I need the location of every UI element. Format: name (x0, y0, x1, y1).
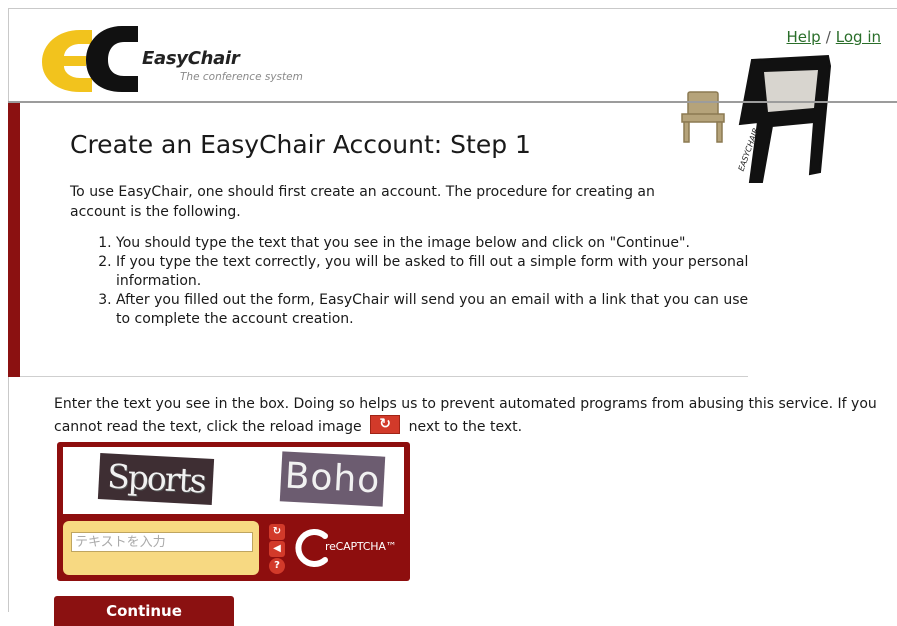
page-frame-top (8, 8, 897, 9)
step-item: If you type the text correctly, you will… (116, 253, 756, 291)
audio-captcha-icon[interactable]: ◀ (269, 541, 285, 557)
chairs-illustration-icon: EASYCHAIR (681, 54, 832, 183)
reload-captcha-icon[interactable]: ↻ (269, 524, 285, 540)
easychair-logo[interactable]: EasyChair The conference system (40, 22, 330, 96)
login-link[interactable]: Log in (836, 28, 881, 46)
continue-button[interactable]: Continue (54, 596, 234, 626)
logo-name: EasyChair (142, 48, 240, 69)
reload-image-icon[interactable]: ↻ (370, 415, 401, 434)
link-separator: / (825, 28, 831, 46)
recaptcha-brand: reCAPTCHA™ (325, 540, 397, 553)
captcha-input-area (63, 521, 259, 575)
help-captcha-icon[interactable]: ? (269, 558, 285, 574)
captcha-word-1: Sports (97, 453, 215, 505)
help-link[interactable]: Help (787, 28, 821, 46)
captcha-instructions-tail: next to the text. (408, 419, 523, 435)
captcha-image: Sports Boho (63, 447, 404, 514)
captcha-instructions: Enter the text you see in the box. Doing… (54, 394, 897, 438)
recaptcha-logo: reCAPTCHA™ (295, 528, 405, 568)
step-item: You should type the text that you see in… (116, 234, 756, 253)
intro-paragraph: To use EasyChair, one should first creat… (70, 184, 655, 220)
section-accent-bar (8, 103, 20, 377)
captcha-response-input[interactable] (71, 532, 253, 552)
captcha-word-2: Boho (279, 451, 386, 507)
logo-ec-icon (42, 26, 138, 92)
logo-tagline: The conference system (180, 71, 303, 83)
intro-divider (20, 376, 748, 377)
recaptcha-widget: Sports Boho ↻ ◀ ? reCAPTCHA™ (57, 442, 410, 581)
top-links: Help / Log in (787, 28, 882, 46)
step-item: After you filled out the form, EasyChair… (116, 291, 756, 329)
page-title: Create an EasyChair Account: Step 1 (70, 130, 531, 159)
header-divider (8, 101, 897, 103)
steps-list: You should type the text that you see in… (70, 234, 756, 329)
